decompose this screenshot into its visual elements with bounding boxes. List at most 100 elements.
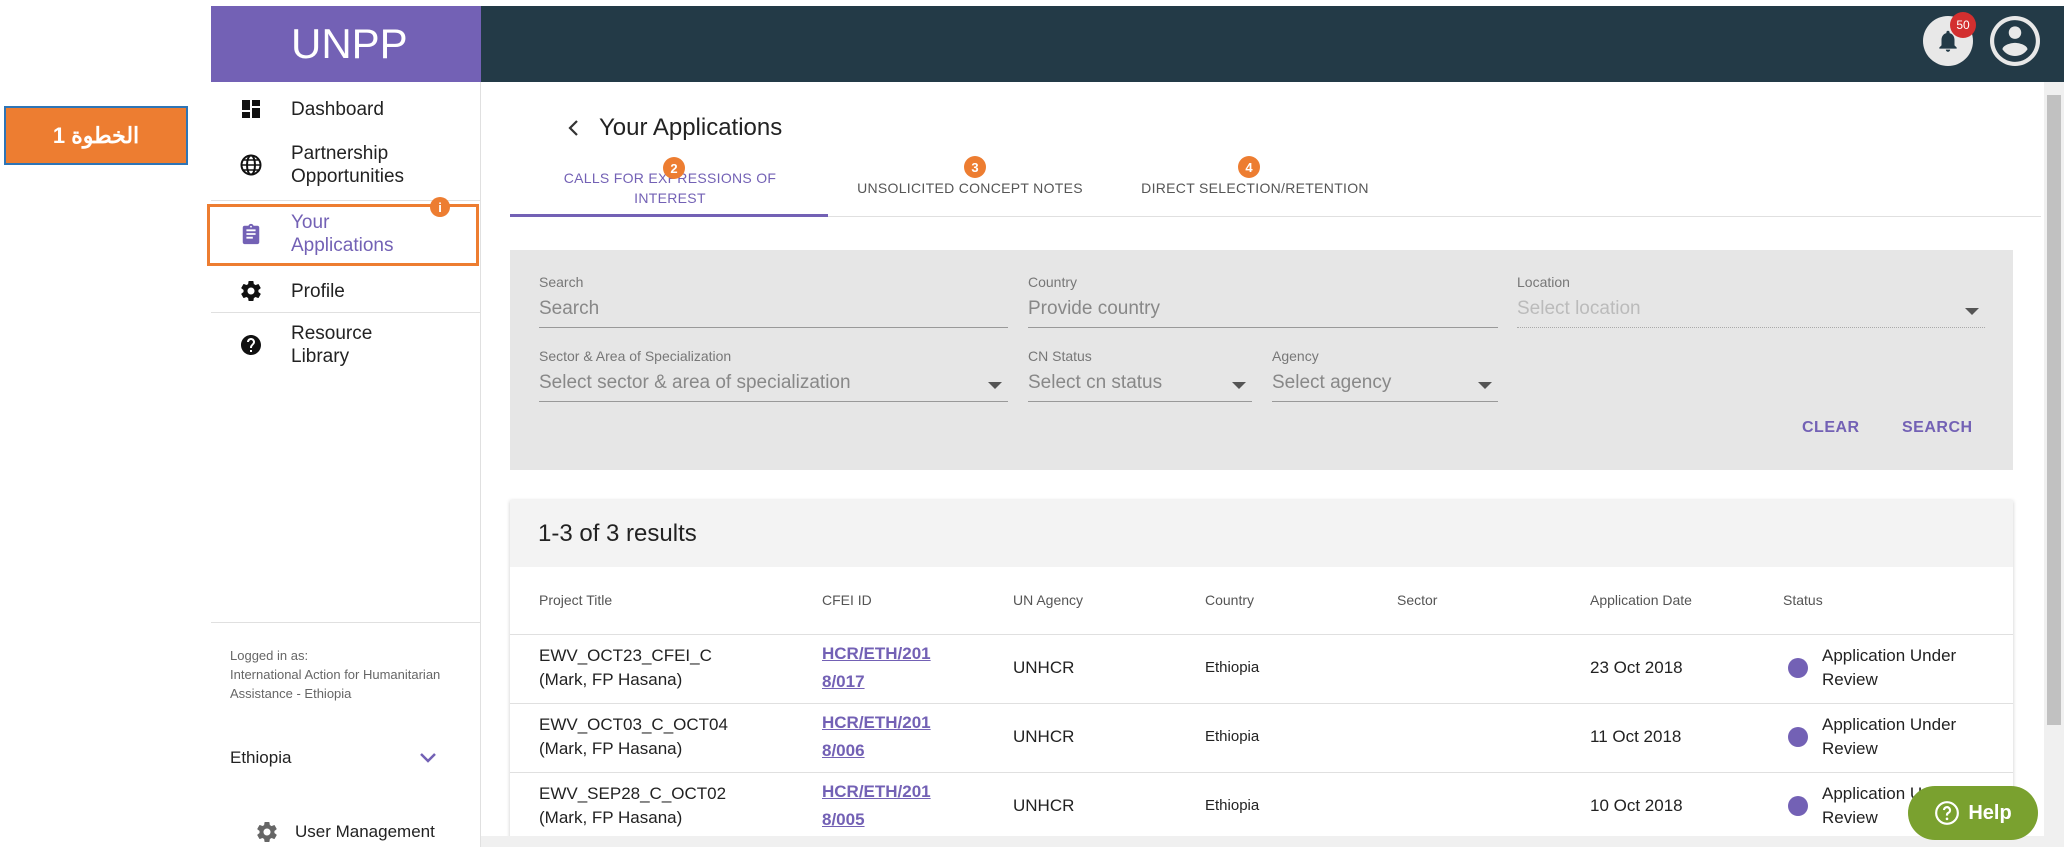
table-row-project-title: EWV_OCT23_CFEI_C (Mark, FP Hasana) [539, 644, 712, 692]
page-header: Your Applications [567, 114, 782, 142]
status-dot [1788, 727, 1808, 747]
sidebar-item-label: Profile [291, 280, 345, 302]
column-header-un-agency[interactable]: UN Agency [1013, 592, 1083, 608]
tab-label: DIRECT SELECTION/RETENTION [1141, 180, 1369, 196]
dropdown-arrow-icon [1965, 308, 1979, 315]
tab-direct-selection-retention[interactable]: DIRECT SELECTION/RETENTION [1130, 178, 1380, 198]
step-marker-label: 4 [1245, 159, 1253, 175]
tab-unsolicited-concept-notes[interactable]: UNSOLICITED CONCEPT NOTES [850, 178, 1090, 198]
dropdown-arrow-icon [1232, 382, 1246, 389]
dashboard-icon [211, 97, 291, 121]
step-callout-label: الخطوة 1 [52, 122, 140, 148]
brand-name: UNPP [291, 20, 408, 67]
location-label: Location [1517, 274, 1570, 290]
project-title: EWV_OCT23_CFEI_C [539, 646, 712, 665]
top-bar [481, 6, 2064, 82]
notification-badge: 50 [1950, 12, 1976, 38]
user-avatar-button[interactable] [1990, 16, 2040, 66]
cfei-id-part: HCR/ETH/201 [822, 644, 931, 663]
agency-select[interactable]: Select agency [1272, 372, 1498, 402]
search-input[interactable]: Search [539, 298, 1008, 328]
gear-icon [257, 822, 277, 843]
column-header-application-date[interactable]: Application Date [1590, 592, 1692, 608]
step-marker-2: 2 [663, 157, 685, 179]
status-text: Application U [1822, 784, 1923, 803]
column-header-project-title[interactable]: Project Title [539, 592, 612, 608]
help-circle-icon [1935, 801, 1960, 825]
sector-placeholder: Select sector & area of specialization [539, 372, 851, 393]
status-text: Application Under [1822, 646, 1957, 665]
help-circle-icon [211, 333, 291, 357]
divider [211, 622, 481, 623]
country-selector-value: Ethiopia [230, 748, 292, 767]
user-management-label: User Management [295, 822, 435, 841]
cfei-id-link[interactable]: HCR/ETH/201 8/005 [822, 780, 931, 832]
country-selector[interactable]: Ethiopia [230, 748, 437, 768]
cfei-id-part: 8/006 [822, 741, 865, 760]
logged-in-info: Logged in as: International Action for H… [230, 646, 470, 703]
search-label: Search [539, 274, 584, 290]
page-title: Your Applications [599, 114, 783, 141]
cn-status-label: CN Status [1028, 348, 1092, 364]
row-divider [510, 703, 2013, 704]
help-button[interactable]: Help [1908, 786, 2038, 840]
app-root: الخطوة 1 UNPP 50 Dashboard Partnership O… [0, 0, 2064, 847]
sidebar-item-label: Partnership Opportunities [291, 143, 405, 187]
notification-count: 50 [1956, 18, 1970, 32]
country-cell: Ethiopia [1205, 659, 1260, 676]
info-marker-label: i [438, 199, 442, 215]
horizontal-scrollbar[interactable] [481, 836, 2044, 847]
cfei-id-part: 8/005 [822, 810, 865, 829]
back-arrow-icon[interactable] [567, 119, 579, 137]
search-button[interactable]: SEARCH [1902, 419, 1973, 437]
column-header-status[interactable]: Status [1783, 592, 1823, 608]
sector-select[interactable]: Select sector & area of specialization [539, 372, 1008, 402]
country-label: Country [1028, 274, 1078, 290]
country-placeholder: Provide country [1028, 298, 1161, 319]
logged-in-org: International Action for Humanitarian As… [230, 667, 441, 701]
step-callout: الخطوة 1 [4, 106, 188, 165]
sidebar-item-partnership-opportunities[interactable]: Partnership Opportunities [211, 140, 481, 190]
brand-logo[interactable]: UNPP [211, 6, 481, 82]
project-owner: (Mark, FP Hasana) [539, 808, 683, 827]
chevron-down-icon [420, 753, 437, 763]
step-marker-3: 3 [964, 156, 986, 178]
user-management-link[interactable]: User Management [255, 820, 435, 844]
status-dot [1788, 658, 1808, 678]
status-cell: Application U Review [1788, 782, 1922, 830]
un-agency-cell: UNHCR [1013, 796, 1075, 815]
cfei-id-part: HCR/ETH/201 [822, 782, 931, 801]
sidebar-item-profile[interactable]: Profile [211, 274, 481, 308]
column-header-country[interactable]: Country [1205, 592, 1254, 608]
sidebar-item-label: Resource Library [291, 323, 373, 367]
project-owner: (Mark, FP Hasana) [539, 670, 683, 689]
help-label: Help [1968, 801, 2012, 824]
sidebar-item-resource-library[interactable]: Resource Library [211, 320, 481, 370]
column-header-cfei-id[interactable]: CFEI ID [822, 592, 872, 608]
cfei-id-link[interactable]: HCR/ETH/201 8/017 [822, 642, 931, 694]
location-select[interactable]: Select location [1517, 298, 1985, 328]
country-input[interactable]: Provide country [1028, 298, 1498, 328]
cfei-id-part: HCR/ETH/201 [822, 713, 931, 732]
application-date-cell: 10 Oct 2018 [1590, 796, 1683, 815]
cn-status-select[interactable]: Select cn status [1028, 372, 1252, 402]
divider [211, 312, 481, 313]
agency-placeholder: Select agency [1272, 372, 1392, 393]
status-cell: Application Under Review [1788, 713, 1956, 761]
sidebar-item-dashboard[interactable]: Dashboard [211, 92, 481, 126]
vertical-scroll-thumb[interactable] [2047, 95, 2061, 725]
sector-label: Sector & Area of Specialization [539, 348, 732, 364]
cfei-id-link[interactable]: HCR/ETH/201 8/006 [822, 711, 931, 763]
status-dot [1788, 796, 1808, 816]
row-divider [510, 772, 2013, 773]
results-summary: 1-3 of 3 results [510, 500, 2013, 567]
step-marker-4: 4 [1238, 156, 1260, 178]
clear-button[interactable]: CLEAR [1802, 419, 1860, 437]
status-text: Application Under [1822, 715, 1957, 734]
agency-label: Agency [1272, 348, 1319, 364]
application-date-cell: 23 Oct 2018 [1590, 658, 1683, 677]
table-row-project-title: EWV_SEP28_C_OCT02 (Mark, FP Hasana) [539, 782, 726, 830]
location-placeholder: Select location [1517, 298, 1641, 319]
column-header-sector[interactable]: Sector [1397, 592, 1437, 608]
filter-panel [510, 250, 2013, 470]
